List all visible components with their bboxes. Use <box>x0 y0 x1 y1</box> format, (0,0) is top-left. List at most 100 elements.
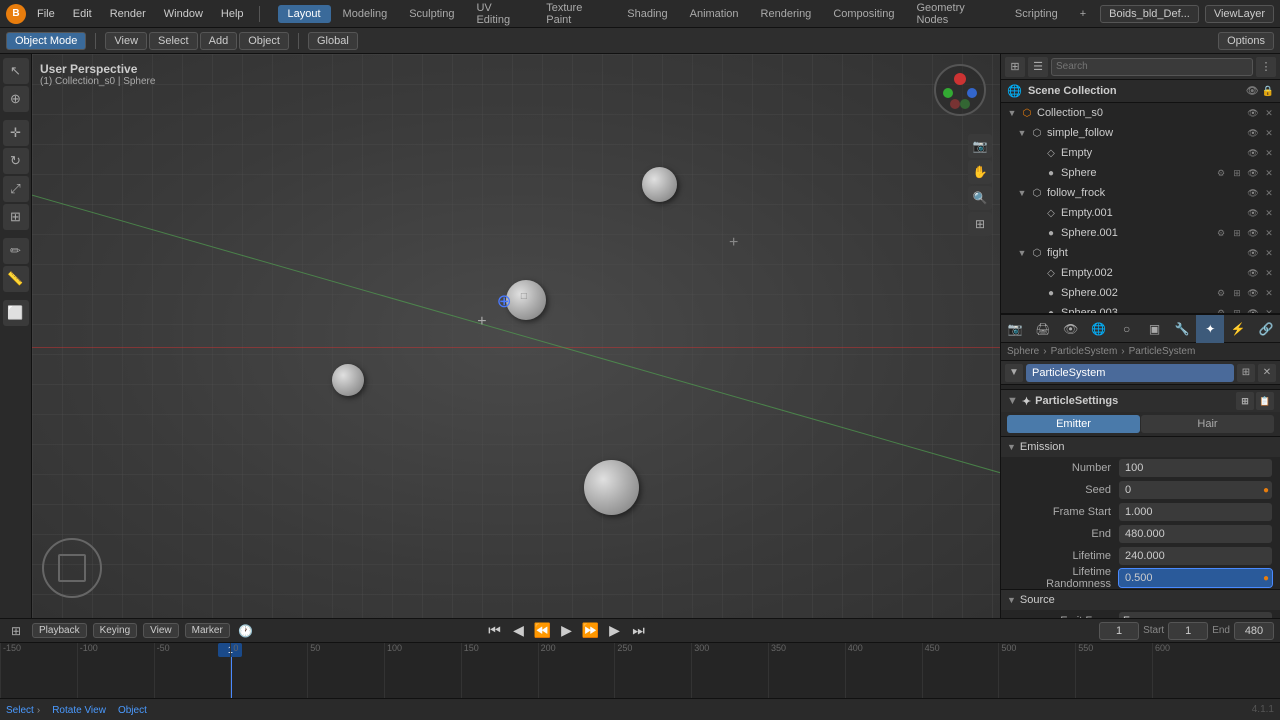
transform-orientation[interactable]: Global <box>308 32 358 50</box>
tl-jump-end[interactable]: ⏭ <box>628 620 650 642</box>
sph-extra2[interactable]: ⊞ <box>1230 166 1244 180</box>
prop-icon-physics[interactable]: ⚡ <box>1224 315 1252 343</box>
prop-icon-object[interactable]: ▣ <box>1141 315 1169 343</box>
menu-help[interactable]: Help <box>214 6 251 22</box>
viewport[interactable]: User Perspective (1) Collection_s0 | Sph… <box>32 54 1000 618</box>
fight-vis-icon[interactable]: 👁 <box>1246 246 1260 260</box>
prop-icon-modifiers[interactable]: 🔧 <box>1168 315 1196 343</box>
vp-zoom-icon[interactable]: 🔍 <box>968 186 992 210</box>
viewport-gizmo[interactable] <box>930 64 990 124</box>
s1-extra1[interactable]: ⚙ <box>1214 226 1228 240</box>
prop-seed-value[interactable]: 0 ● <box>1119 481 1272 499</box>
prop-icon-world[interactable]: ○ <box>1113 315 1141 343</box>
tree-item-follow-frock[interactable]: ▼ ⬡ follow_frock 👁 ✕ <box>1001 183 1280 203</box>
sph-vis-icon[interactable]: 👁 <box>1246 166 1260 180</box>
tab-scripting[interactable]: Scripting <box>1005 5 1068 23</box>
tl-next-keyframe[interactable]: ▶ <box>604 620 626 642</box>
vp-hand-icon[interactable]: ✋ <box>968 160 992 184</box>
fight-hide-icon[interactable]: ✕ <box>1262 246 1276 260</box>
tl-frame-area[interactable]: 1 -150 -100 -50 0 50 100 150 200 250 300… <box>0 643 1280 698</box>
s2-extra1[interactable]: ⚙ <box>1214 286 1228 300</box>
s2-hide-icon[interactable]: ✕ <box>1262 286 1276 300</box>
tree-item-sphere[interactable]: ● Sphere ⚙ ⊞ 👁 ✕ <box>1001 163 1280 183</box>
s3-vis-icon[interactable]: 👁 <box>1246 306 1260 313</box>
outliner-options-btn[interactable]: ⋮ <box>1256 57 1276 77</box>
tab-compositing[interactable]: Compositing <box>823 5 904 23</box>
prop-icon-scene[interactable]: 🌐 <box>1085 315 1113 343</box>
ps-settings-copy[interactable]: ⊞ <box>1236 392 1254 410</box>
tl-start-frame[interactable] <box>1168 622 1208 640</box>
prop-frame-start-value[interactable]: 1.000 <box>1119 503 1272 521</box>
tl-next-frame[interactable]: ⏩ <box>580 620 602 642</box>
menu-file[interactable]: File <box>30 6 62 22</box>
e2-hide-icon[interactable]: ✕ <box>1262 266 1276 280</box>
col-hide-icon[interactable]: ✕ <box>1262 106 1276 120</box>
tool-cursor[interactable]: ⊕ <box>3 86 29 112</box>
s1-extra2[interactable]: ⊞ <box>1230 226 1244 240</box>
tab-uv-editing[interactable]: UV Editing <box>466 0 534 29</box>
tool-measure[interactable]: 📏 <box>3 266 29 292</box>
tl-keying-btn[interactable]: Keying <box>93 623 138 638</box>
tl-jump-start[interactable]: ⏮ <box>484 620 506 642</box>
tab-modeling[interactable]: Modeling <box>333 5 398 23</box>
col-vis-icon[interactable]: 👁 <box>1246 106 1260 120</box>
e-hide-icon[interactable]: ✕ <box>1262 146 1276 160</box>
prop-end-value[interactable]: 480.000 <box>1119 525 1272 543</box>
tl-current-frame[interactable] <box>1099 622 1139 640</box>
vp-layer-icon[interactable]: ⊞ <box>968 212 992 236</box>
tree-arrow-collection-s0[interactable]: ▼ <box>1005 106 1019 120</box>
outliner-filter-btn[interactable]: ⊞ <box>1005 57 1025 77</box>
tree-item-sphere-002[interactable]: ● Sphere.002 ⚙ ⊞ 👁 ✕ <box>1001 283 1280 303</box>
tree-item-collection-s0[interactable]: ▼ ⬡ Collection_s0 👁 ✕ <box>1001 103 1280 123</box>
s1-hide-icon[interactable]: ✕ <box>1262 226 1276 240</box>
menu-window[interactable]: Window <box>157 6 210 22</box>
menu-render[interactable]: Render <box>103 6 153 22</box>
tab-sculpting[interactable]: Sculpting <box>399 5 464 23</box>
source-header[interactable]: ▼ Source <box>1001 590 1280 610</box>
tool-annotate[interactable]: ✏ <box>3 238 29 264</box>
engine-selector[interactable]: Boids_bld_Def... <box>1100 5 1199 23</box>
ps-copy-btn[interactable]: ⊞ <box>1237 364 1255 382</box>
menu-edit[interactable]: Edit <box>66 6 99 22</box>
prop-number-value[interactable]: 100 <box>1119 459 1272 477</box>
tab-texture-paint[interactable]: Texture Paint <box>536 0 615 29</box>
tree-item-empty-002[interactable]: ◇ Empty.002 👁 ✕ <box>1001 263 1280 283</box>
tab-animation[interactable]: Animation <box>680 5 749 23</box>
add-menu[interactable]: Add <box>200 32 238 50</box>
prop-icon-particles[interactable]: ✦ <box>1196 315 1224 343</box>
tab-emitter[interactable]: Emitter <box>1007 415 1140 433</box>
tl-marker-btn[interactable]: Marker <box>185 623 230 638</box>
tab-rendering[interactable]: Rendering <box>751 5 822 23</box>
tree-arrow-fight[interactable]: ▼ <box>1015 246 1029 260</box>
tree-item-simple-follow[interactable]: ▼ ⬡ simple_follow 👁 ✕ <box>1001 123 1280 143</box>
sc-lock-icon[interactable]: 🔒 <box>1262 86 1274 97</box>
e1-hide-icon[interactable]: ✕ <box>1262 206 1276 220</box>
tab-layout[interactable]: Layout <box>278 5 331 23</box>
outliner-search[interactable] <box>1051 58 1253 76</box>
options-btn[interactable]: Options <box>1218 32 1274 50</box>
tree-item-empty[interactable]: ◇ Empty 👁 ✕ <box>1001 143 1280 163</box>
ps-name-field[interactable] <box>1026 364 1234 382</box>
tool-rotate[interactable]: ↻ <box>3 148 29 174</box>
s2-extra2[interactable]: ⊞ <box>1230 286 1244 300</box>
tool-scale[interactable]: ⤢ <box>3 176 29 202</box>
e1-vis-icon[interactable]: 👁 <box>1246 206 1260 220</box>
ps-settings-browse[interactable]: 📋 <box>1256 392 1274 410</box>
prop-lifetime-rand-value[interactable]: 0.500 ● <box>1119 569 1272 587</box>
sf-vis-icon[interactable]: 👁 <box>1246 126 1260 140</box>
s3-extra1[interactable]: ⚙ <box>1214 306 1228 313</box>
tl-prev-frame[interactable]: ⏪ <box>532 620 554 642</box>
tree-item-sphere-001[interactable]: ● Sphere.001 ⚙ ⊞ 👁 ✕ <box>1001 223 1280 243</box>
view-layer-selector[interactable]: ViewLayer <box>1205 5 1274 23</box>
tool-select[interactable]: ↖ <box>3 58 29 84</box>
tree-item-sphere-003[interactable]: ● Sphere.003 ⚙ ⊞ 👁 ✕ <box>1001 303 1280 313</box>
outliner[interactable]: ▼ ⬡ Collection_s0 👁 ✕ ▼ ⬡ simple_follow … <box>1001 103 1280 313</box>
tree-arrow-simple-follow[interactable]: ▼ <box>1015 126 1029 140</box>
sf-hide-icon[interactable]: ✕ <box>1262 126 1276 140</box>
tree-item-fight[interactable]: ▼ ⬡ fight 👁 ✕ <box>1001 243 1280 263</box>
ff-hide-icon[interactable]: ✕ <box>1262 186 1276 200</box>
prop-icon-render[interactable]: 📷 <box>1001 315 1029 343</box>
tl-menu-icon[interactable]: ⊞ <box>6 621 26 641</box>
tool-move[interactable]: ✛ <box>3 120 29 146</box>
tool-transform[interactable]: ⊞ <box>3 204 29 230</box>
